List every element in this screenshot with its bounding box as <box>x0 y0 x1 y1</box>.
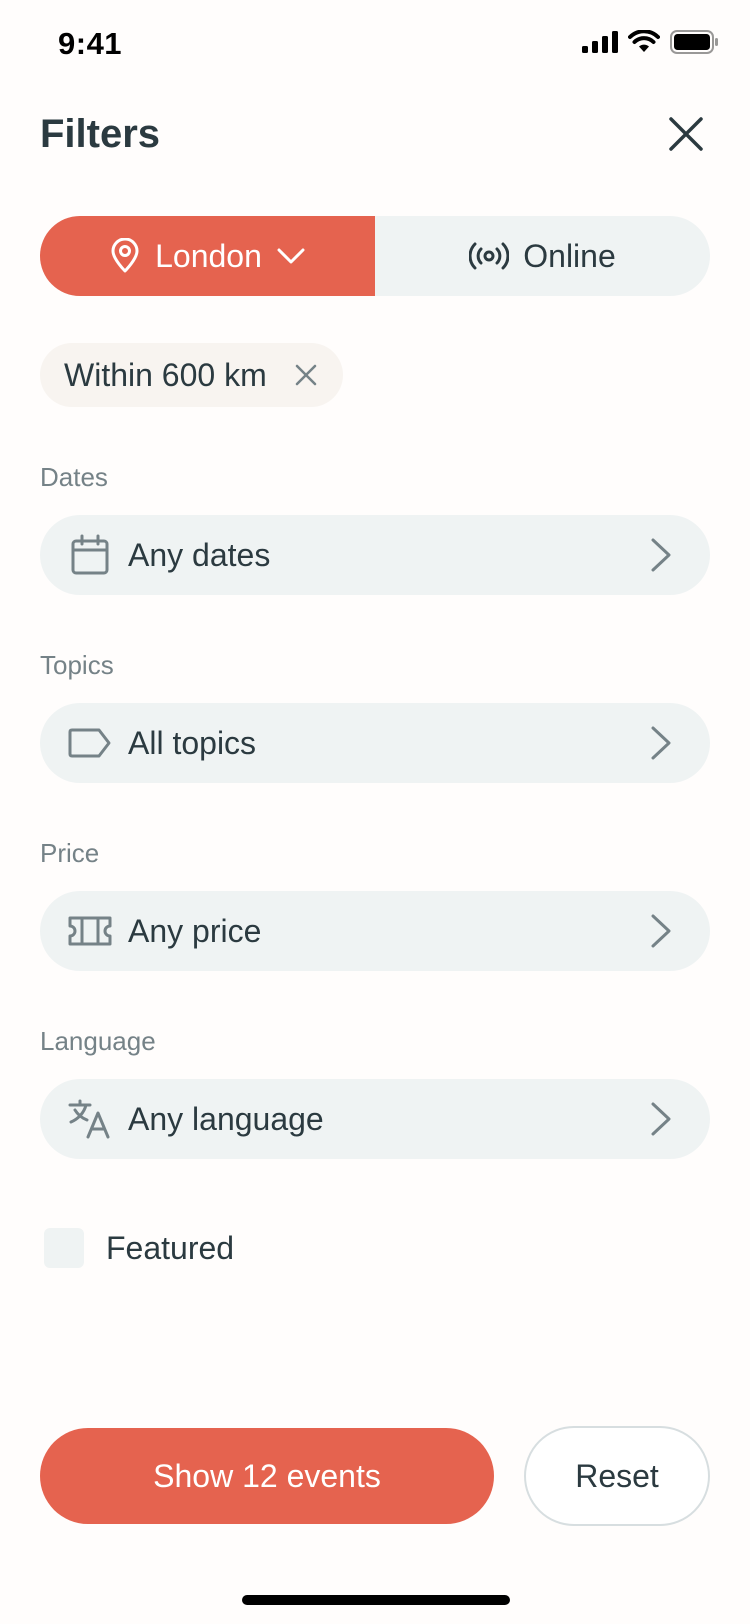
translate-icon <box>68 1097 112 1141</box>
price-section-label: Price <box>40 838 100 868</box>
dates-filter-row[interactable]: Any dates <box>40 515 710 595</box>
price-filter-value: Any price <box>128 912 262 949</box>
battery-icon <box>670 30 718 54</box>
language-filter-value: Any language <box>128 1100 324 1137</box>
online-button[interactable]: Online <box>375 216 710 296</box>
close-button[interactable] <box>662 110 710 158</box>
reset-button[interactable]: Reset <box>524 1426 710 1526</box>
map-pin-icon <box>111 238 139 273</box>
close-icon <box>669 117 703 151</box>
topics-filter-value: All topics <box>128 724 257 761</box>
location-city-label: London <box>155 237 262 274</box>
calendar-icon <box>68 533 112 577</box>
broadcast-icon <box>469 242 510 270</box>
status-bar: 9:41 <box>0 0 750 92</box>
chevron-right-icon <box>646 1099 676 1139</box>
chevron-right-icon <box>646 535 676 575</box>
tag-icon <box>68 721 112 765</box>
wifi-icon <box>628 30 660 52</box>
language-section-label: Language <box>40 1026 156 1056</box>
show-events-button[interactable]: Show 12 events <box>40 1428 494 1524</box>
close-icon <box>295 364 316 386</box>
language-filter-row[interactable]: Any language <box>40 1079 710 1159</box>
distance-chip: Within 600 km <box>40 343 343 407</box>
featured-checkbox[interactable] <box>44 1228 84 1268</box>
distance-chip-label: Within 600 km <box>64 356 267 393</box>
ticket-icon <box>68 909 112 953</box>
remove-distance-button[interactable] <box>295 364 317 386</box>
featured-label: Featured <box>106 1229 235 1266</box>
price-filter-row[interactable]: Any price <box>40 891 710 971</box>
chevron-right-icon <box>646 723 676 763</box>
topics-section-label: Topics <box>40 650 114 680</box>
dates-section-label: Dates <box>40 462 108 492</box>
chevron-right-icon <box>646 911 676 951</box>
status-time: 9:41 <box>58 26 123 61</box>
header: Filters <box>40 110 710 170</box>
featured-checkbox-row[interactable]: Featured <box>44 1228 234 1268</box>
topics-filter-row[interactable]: All topics <box>40 703 710 783</box>
online-label: Online <box>523 237 616 274</box>
page-title: Filters <box>40 112 161 156</box>
cellular-signal-icon <box>582 31 618 53</box>
location-city-button[interactable]: London <box>40 216 375 296</box>
home-indicator <box>242 1595 510 1605</box>
dates-filter-value: Any dates <box>128 536 271 573</box>
status-icons <box>582 30 718 54</box>
location-toggle: London Online <box>40 216 710 296</box>
chevron-down-icon <box>277 248 305 264</box>
